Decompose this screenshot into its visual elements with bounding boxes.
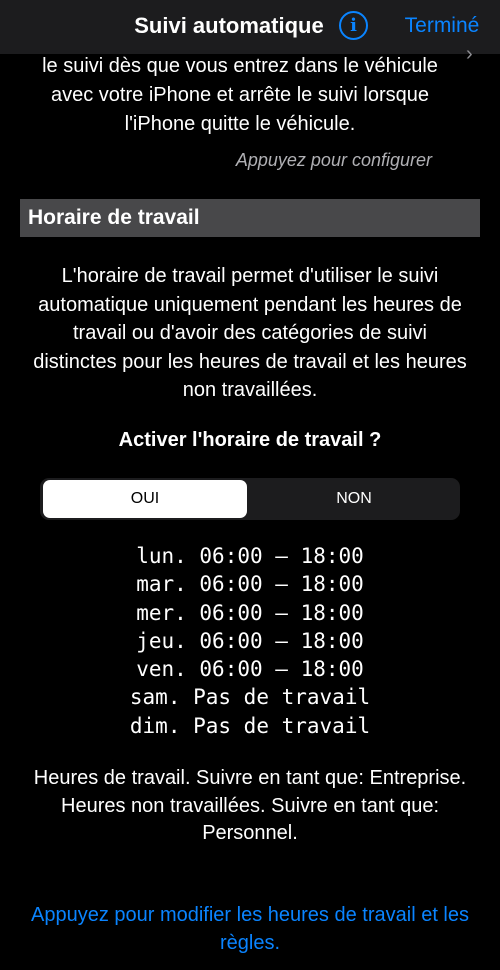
schedule-day-sunday: dim. Pas de travail (129, 713, 371, 738)
weekly-schedule-list[interactable]: lun. 06:00 – 18:00 mar. 06:00 – 18:00 me… (20, 542, 480, 740)
tap-to-configure-link[interactable]: Appuyez pour configurer (20, 147, 432, 173)
off-hours-rule: Heures non travaillées. Suivre en tant q… (61, 794, 439, 845)
section-header-work-schedule: Horaire de travail (20, 199, 480, 237)
work-schedule-segmented-control: OUI NON (40, 478, 460, 520)
schedule-day-saturday: sam. Pas de travail (129, 685, 371, 710)
done-button[interactable]: Terminé (398, 12, 486, 40)
chevron-right-icon[interactable]: › (466, 44, 473, 64)
navigation-bar: Suivi automatique i Terminé (0, 0, 500, 54)
schedule-day-friday: ven. 06:00 – 18:00 (136, 657, 364, 682)
edit-work-hours-link[interactable]: Appuyez pour modifier les heures de trav… (20, 901, 480, 957)
segment-non[interactable]: NON (252, 480, 456, 518)
segment-oui[interactable]: OUI (43, 480, 247, 518)
schedule-day-thursday: jeu. 06:00 – 18:00 (136, 628, 364, 653)
tracking-rules-summary: Heures de travail. Suivre en tant que: E… (30, 765, 470, 848)
work-hours-rule: Heures de travail. Suivre en tant que: E… (33, 767, 467, 789)
schedule-day-wednesday: mer. 06:00 – 18:00 (136, 600, 364, 625)
auto-tracking-description: le suivi dès que vous entrez dans le véh… (42, 55, 438, 135)
info-circle-icon[interactable]: i (339, 11, 368, 40)
schedule-day-monday: lun. 06:00 – 18:00 (136, 544, 364, 568)
section-header-label: Horaire de travail (28, 206, 200, 229)
work-schedule-description: L'horaire de travail permet d'utiliser l… (33, 265, 467, 401)
schedule-day-tuesday: mar. 06:00 – 18:00 (136, 572, 364, 597)
enable-work-schedule-question: Activer l'horaire de travail ? (118, 429, 382, 451)
